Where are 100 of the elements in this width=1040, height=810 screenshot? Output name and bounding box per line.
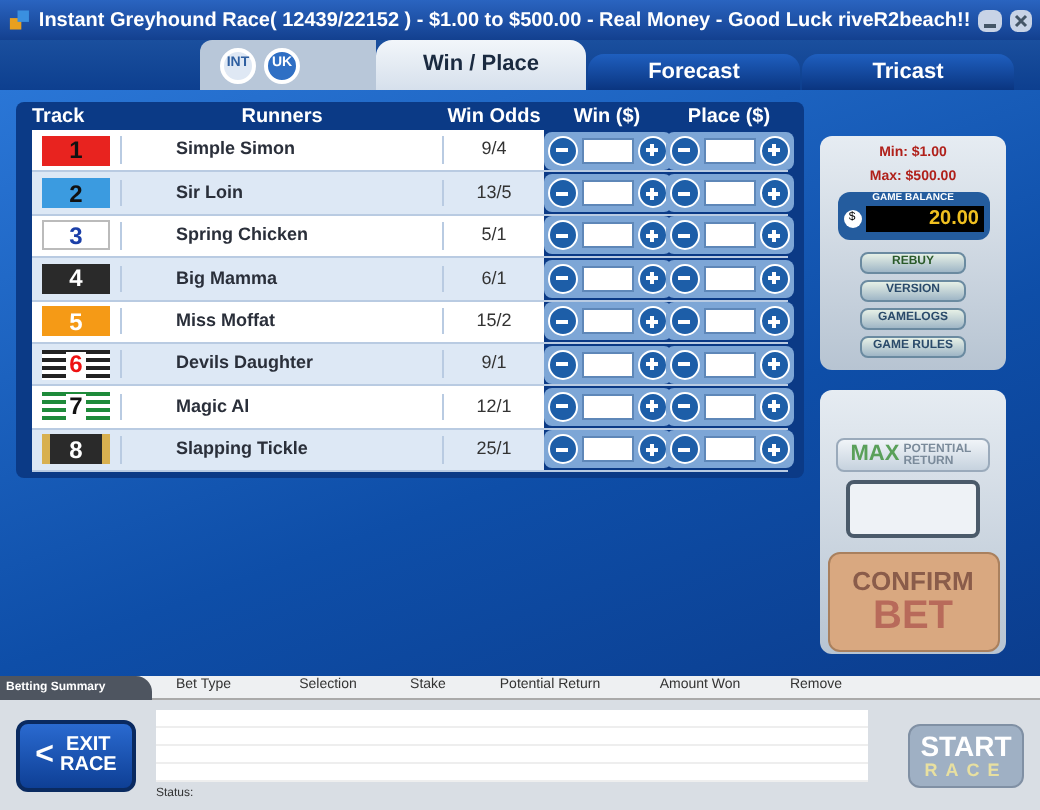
plus-icon [644,398,660,415]
close-button[interactable] [1009,9,1032,31]
stake-field[interactable] [581,137,633,164]
odds-cell-text: 13/5 [474,179,514,206]
stake-field[interactable] [703,308,755,335]
plus-button[interactable] [637,178,667,209]
odds-cell-text: 9/4 [479,136,509,163]
column-header: Runners [239,103,325,131]
minus-button[interactable] [669,135,699,166]
plus-button[interactable] [759,349,789,380]
plus-button[interactable] [637,135,667,166]
stake-field[interactable] [703,180,755,207]
runner-name: Spring Chicken [120,222,444,250]
stake-field[interactable] [581,265,633,292]
stake-field[interactable] [581,436,633,463]
plus-button[interactable] [759,391,789,422]
plus-button[interactable] [637,263,667,294]
column-header: Win Odds [445,103,543,131]
minus-button[interactable] [547,434,577,465]
minus-button[interactable] [669,263,699,294]
plus-icon [766,270,782,287]
plus-icon [644,356,660,373]
stake-field[interactable] [581,351,633,378]
plus-icon [766,441,782,458]
column-header: Win ($) [571,103,643,131]
plus-button[interactable] [759,135,789,166]
minimize-button[interactable] [978,9,1002,31]
plus-icon [766,356,782,373]
plus-button[interactable] [759,434,789,465]
balance-value: 20.00 [865,206,983,232]
minus-button[interactable] [547,135,577,166]
stake-field[interactable] [581,393,633,420]
stake-field[interactable] [581,180,633,207]
minus-button[interactable] [547,220,577,251]
runner-name: Slapping Tickle [120,436,444,464]
stake-field[interactable] [703,351,755,378]
stake-field[interactable] [703,222,755,249]
plus-button[interactable] [759,263,789,294]
minus-button[interactable] [669,349,699,380]
trap-badge: 1 [42,135,110,166]
plus-icon [644,270,660,287]
minus-button[interactable] [669,306,699,337]
window-title: Instant Greyhound Race( 12439/22152 ) - $1.00 to $500.00 - Real Money - Good Luck riveR2beach!! [38,7,971,35]
tab[interactable]: Win / Place [376,40,586,90]
minus-button[interactable] [669,178,699,209]
plus-button[interactable] [637,220,667,251]
plus-icon [766,398,782,415]
plus-icon [644,227,660,244]
odds-cell-text: 5/1 [479,222,509,249]
column-header: Track [32,103,87,131]
minus-button[interactable] [669,391,699,422]
runner-name: Devils Daughter [120,350,444,378]
runner-name: Magic Al [120,393,444,421]
tab[interactable]: Tricast [802,54,1014,90]
odds-cell-text: 6/1 [479,265,509,292]
plus-icon [766,185,782,202]
plus-button[interactable] [759,178,789,209]
odds-cell-text: 9/1 [479,350,509,377]
max-return-field [846,480,980,538]
trap-badge: 8 [42,434,110,465]
trap-badge: 5 [42,306,110,337]
minimize-icon [983,23,996,27]
plus-button[interactable] [759,220,789,251]
minus-button[interactable] [547,178,577,209]
plus-icon [766,142,782,159]
minus-button[interactable] [547,349,577,380]
odds-cell-text: 15/2 [474,307,514,334]
plus-icon [644,142,660,159]
stake-field[interactable] [703,393,755,420]
app-icon [8,8,31,32]
plus-icon [644,313,660,330]
plus-icon [644,185,660,202]
stake-field[interactable] [581,222,633,249]
minus-button[interactable] [547,391,577,422]
max-text: MAX [850,440,900,471]
plus-icon [766,227,782,244]
column-header: Place ($) [685,103,773,131]
plus-button[interactable] [637,306,667,337]
plus-button[interactable] [637,434,667,465]
minus-button[interactable] [547,263,577,294]
tab[interactable]: Forecast [588,54,800,90]
close-icon [1013,13,1028,27]
plus-button[interactable] [759,306,789,337]
plus-button[interactable] [637,349,667,380]
trap-badge: 4 [42,263,110,294]
stake-field[interactable] [703,137,755,164]
odds-cell-text: 12/1 [474,393,514,420]
stake-field[interactable] [703,265,755,292]
minus-button[interactable] [547,306,577,337]
plus-icon [644,441,660,458]
trap-badge: 6 [42,349,110,380]
plus-button[interactable] [637,391,667,422]
runner-name: Simple Simon [120,136,444,164]
minus-button[interactable] [669,220,699,251]
odds-cell-text: 25/1 [474,436,514,463]
stake-field[interactable] [581,308,633,335]
minus-button[interactable] [669,434,699,465]
trap-badge: 3 [42,220,110,251]
stake-field[interactable] [703,436,755,463]
runner-name: Sir Loin [120,179,444,207]
